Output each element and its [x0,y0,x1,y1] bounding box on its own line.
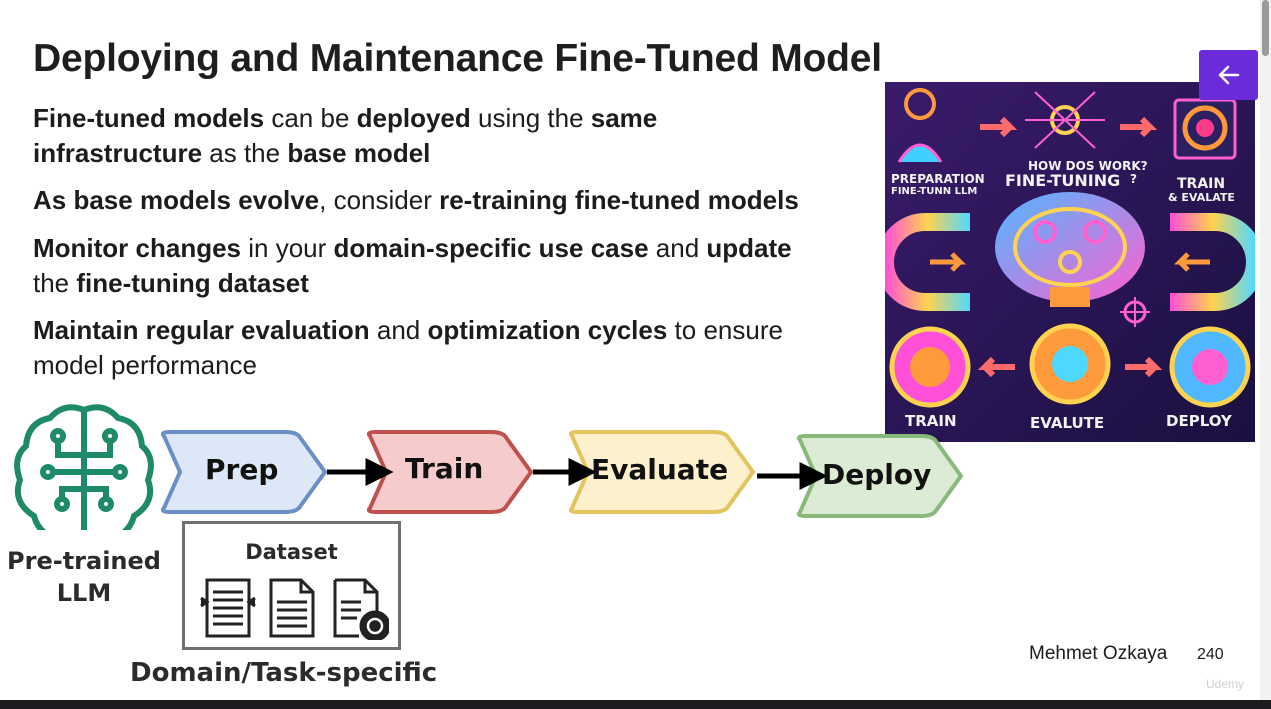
illustration-label-evaluate-top: & EVALATE [1168,191,1235,204]
illustration-graphic [885,82,1255,442]
scrollbar-thumb[interactable] [1262,0,1269,56]
document-sync-icon [333,578,389,640]
dataset-caption: Domain/Task-specific [130,658,438,688]
slide-title: Deploying and Maintenance Fine-Tuned Mod… [33,37,882,80]
arrow-left-icon [1218,65,1239,85]
pretrained-llm-label-line-1: Pre-trained [7,547,161,575]
illustration-label-deploy-bottom: DEPLOY [1166,412,1232,430]
dataset-title: Dataset [245,540,338,564]
brain-circuit-icon [14,404,154,530]
dataset-icons [200,578,389,640]
bullet-3-line-1: Monitor changes in your domain-specific … [33,233,792,263]
illustration-label-evaluate-bottom: EVALUTE [1030,414,1105,432]
pretrained-llm-label-line-2: LLM [56,579,112,607]
illustration-label-center: FINE-TUNING [1005,171,1121,190]
player-bottom-bar [0,700,1271,709]
author-name: Mehmet Ozkaya [1029,643,1168,664]
illustration-label-qmark: ? [1130,172,1137,186]
document-icon [269,578,315,638]
stage-label-prep: Prep [205,453,279,486]
scrollbar[interactable] [1260,0,1271,700]
udemy-watermark: Udemy [1206,677,1245,691]
fine-tuning-illustration: PREPARATION FINE-TUNN LLM HOW DOS WORK? … [885,82,1255,442]
stage-label-deploy: Deploy [822,458,932,491]
back-button[interactable] [1199,50,1258,100]
bullet-3-line-2: the fine-tuning dataset [33,268,309,298]
bullet-1-line-1: Fine-tuned models can be deployed using … [33,103,658,133]
illustration-label-preparation-sub: FINE-TUNN LLM [891,186,978,197]
dataset-box: Dataset [182,521,401,650]
stage-label-train: Train [405,452,484,485]
bullet-1-line-2: infrastructure as the base model [33,138,431,168]
illustration-label-preparation: PREPARATION [891,172,985,186]
page-number: 240 [1197,646,1224,663]
bullet-2-line-1: As base models evolve, consider re-train… [33,185,799,215]
bullet-4-line-2: model performance [33,350,257,380]
document-list-icon [200,578,256,638]
illustration-label-train-top: TRAIN [1177,176,1226,192]
pretrained-llm-label: Pre-trained LLM [0,545,168,609]
bullet-4-line-1: Maintain regular evaluation and optimiza… [33,315,783,345]
stage-label-evaluate: Evaluate [591,453,729,486]
